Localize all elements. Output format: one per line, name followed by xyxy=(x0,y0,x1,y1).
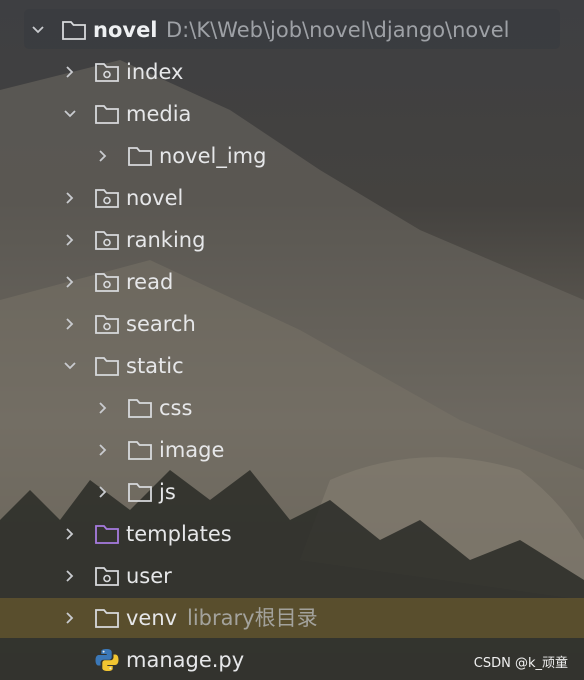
tree-item-label: read xyxy=(126,270,174,294)
chevron-right-icon[interactable] xyxy=(62,232,78,248)
package-folder-icon xyxy=(95,273,119,292)
chevron-right-icon[interactable] xyxy=(95,484,111,500)
tree-item-label: templates xyxy=(126,522,232,546)
tree-item-search[interactable]: search xyxy=(0,303,584,345)
tree-item-templates[interactable]: templates xyxy=(0,513,584,555)
templates-folder-icon xyxy=(95,525,119,544)
folder-icon xyxy=(62,21,86,40)
tree-item-label: novel xyxy=(126,186,184,210)
folder-icon xyxy=(128,483,152,502)
tree-item-js[interactable]: js xyxy=(0,471,584,513)
tree-item-label: novel_img xyxy=(159,144,267,168)
library-root-hint: library根目录 xyxy=(187,606,318,630)
chevron-right-icon[interactable] xyxy=(62,316,78,332)
tree-item-css[interactable]: css xyxy=(0,387,584,429)
tree-item-label: media xyxy=(126,102,192,126)
tree-item-label: manage.py xyxy=(126,648,245,672)
tree-item-index[interactable]: index xyxy=(0,51,584,93)
package-folder-icon xyxy=(95,231,119,250)
tree-item-label: search xyxy=(126,312,196,336)
tree-item-label: user xyxy=(126,564,172,588)
tree-item-novel-img[interactable]: novel_img xyxy=(0,135,584,177)
chevron-down-icon[interactable] xyxy=(62,106,78,122)
package-folder-icon xyxy=(95,63,119,82)
package-folder-icon xyxy=(95,189,119,208)
chevron-right-icon[interactable] xyxy=(95,400,111,416)
project-name: novel xyxy=(93,18,158,42)
tree-item-user[interactable]: user xyxy=(0,555,584,597)
chevron-right-icon[interactable] xyxy=(62,526,78,542)
python-file-icon xyxy=(95,649,119,671)
chevron-down-icon[interactable] xyxy=(30,22,46,38)
chevron-right-icon[interactable] xyxy=(95,442,111,458)
chevron-right-icon[interactable] xyxy=(62,190,78,206)
package-folder-icon xyxy=(95,315,119,334)
tree-item-image[interactable]: image xyxy=(0,429,584,471)
tree-item-novel[interactable]: novel xyxy=(0,177,584,219)
tree-item-label: index xyxy=(126,60,184,84)
chevron-right-icon[interactable] xyxy=(62,610,78,626)
tree-item-label: js xyxy=(159,480,176,504)
tree-item-label: venv xyxy=(126,606,178,630)
folder-icon xyxy=(95,105,119,124)
project-path: D:\K\Web\job\novel\django\novel xyxy=(166,18,510,42)
tree-root-novel[interactable]: novel D:\K\Web\job\novel\django\novel xyxy=(0,9,584,51)
tree-item-media[interactable]: media xyxy=(0,93,584,135)
tree-item-ranking[interactable]: ranking xyxy=(0,219,584,261)
folder-icon xyxy=(95,357,119,376)
chevron-right-icon[interactable] xyxy=(62,274,78,290)
tree-item-label: ranking xyxy=(126,228,206,252)
tree-item-static[interactable]: static xyxy=(0,345,584,387)
chevron-right-icon[interactable] xyxy=(95,148,111,164)
tree-item-read[interactable]: read xyxy=(0,261,584,303)
chevron-right-icon[interactable] xyxy=(62,568,78,584)
tree-item-label: image xyxy=(159,438,225,462)
folder-icon xyxy=(128,147,152,166)
tree-item-label: css xyxy=(159,396,193,420)
chevron-down-icon[interactable] xyxy=(62,358,78,374)
tree-item-venv[interactable]: venv library根目录 xyxy=(0,597,584,639)
csdn-watermark: CSDN @k_顽童 xyxy=(473,656,568,671)
tree-item-label: static xyxy=(126,354,184,378)
package-folder-icon xyxy=(95,567,119,586)
folder-icon xyxy=(95,609,119,628)
chevron-right-icon[interactable] xyxy=(62,64,78,80)
folder-icon xyxy=(128,399,152,418)
folder-icon xyxy=(128,441,152,460)
